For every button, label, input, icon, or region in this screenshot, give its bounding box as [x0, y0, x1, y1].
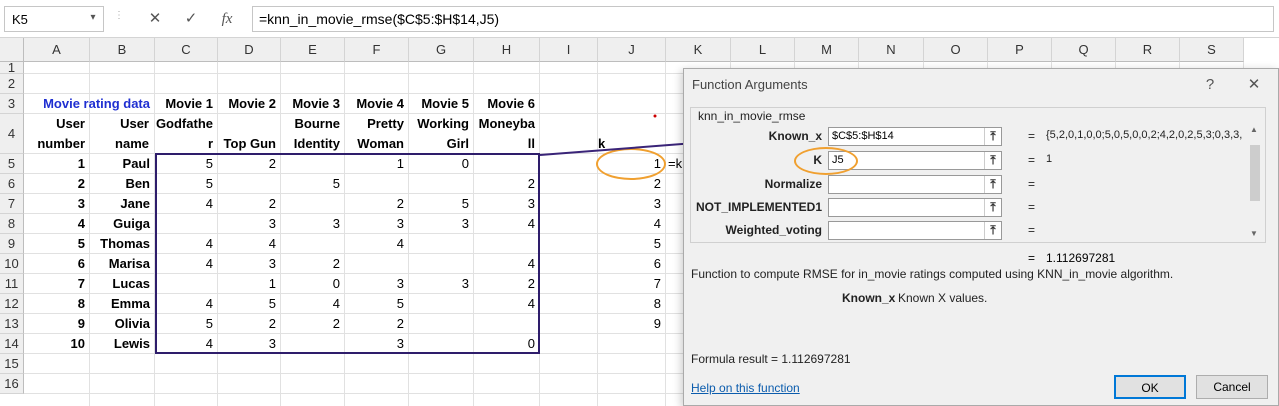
ok-button[interactable]: OK	[1114, 375, 1186, 399]
arg-equals: =	[1028, 177, 1036, 191]
close-icon[interactable]: ✕	[1242, 73, 1266, 97]
help-on-function-link[interactable]: Help on this function	[691, 381, 800, 395]
arg-label-not_implemented1: NOT_IMPLEMENTED1	[695, 200, 822, 214]
arg-equals: =	[1028, 223, 1036, 237]
arg-description-text: Known X values.	[898, 291, 988, 305]
arg-equals: =	[1028, 129, 1036, 143]
arg-equals: =	[1028, 153, 1036, 167]
collapse-dialog-icon[interactable]: ⤒	[984, 128, 1001, 145]
arg-input-normalize[interactable]	[828, 175, 1002, 194]
arg-description-name: Known_x	[842, 291, 896, 305]
collapse-dialog-icon[interactable]: ⤒	[984, 199, 1001, 216]
collapse-dialog-icon[interactable]: ⤒	[984, 222, 1001, 239]
help-icon[interactable]: ?	[1198, 73, 1222, 97]
function-name-label: knn_in_movie_rmse	[696, 109, 808, 123]
arg-label-known_x: Known_x	[768, 129, 822, 143]
arg-label-normalize: Normalize	[764, 177, 822, 191]
arg-label-weighted_voting: Weighted_voting	[725, 223, 822, 237]
scroll-down-icon[interactable]: ▼	[1250, 229, 1258, 238]
arg-input-not_implemented1[interactable]	[828, 198, 1002, 217]
arg-result-known_x: {5,2,0,1,0,0;5,0,5,0,0,2;4,2,0,2,5,3;0,3…	[1046, 129, 1243, 141]
collapse-dialog-icon[interactable]: ⤒	[984, 176, 1001, 193]
arg-equals: =	[1028, 200, 1036, 214]
function-description: Function to compute RMSE for in_movie ra…	[691, 267, 1174, 281]
cancel-button[interactable]: Cancel	[1196, 375, 1268, 399]
highlight-ring-k-arg	[794, 147, 858, 175]
scroll-up-icon[interactable]: ▲	[1250, 125, 1258, 134]
collapse-dialog-icon[interactable]: ⤒	[984, 152, 1001, 169]
arg-result-k: 1	[1046, 153, 1053, 165]
formula-result: Formula result = 1.112697281	[691, 352, 851, 366]
dialog-title: Function Arguments	[692, 77, 808, 92]
result-equals: =	[1028, 251, 1036, 265]
arg-input-weighted_voting[interactable]	[828, 221, 1002, 240]
function-result: 1.112697281	[1046, 251, 1116, 265]
function-arguments-dialog: Function Arguments ? ✕ knn_in_movie_rmse…	[683, 68, 1279, 406]
arg-input-known_x[interactable]: $C$5:$H$14	[828, 127, 1002, 146]
scroll-thumb[interactable]	[1250, 145, 1260, 201]
